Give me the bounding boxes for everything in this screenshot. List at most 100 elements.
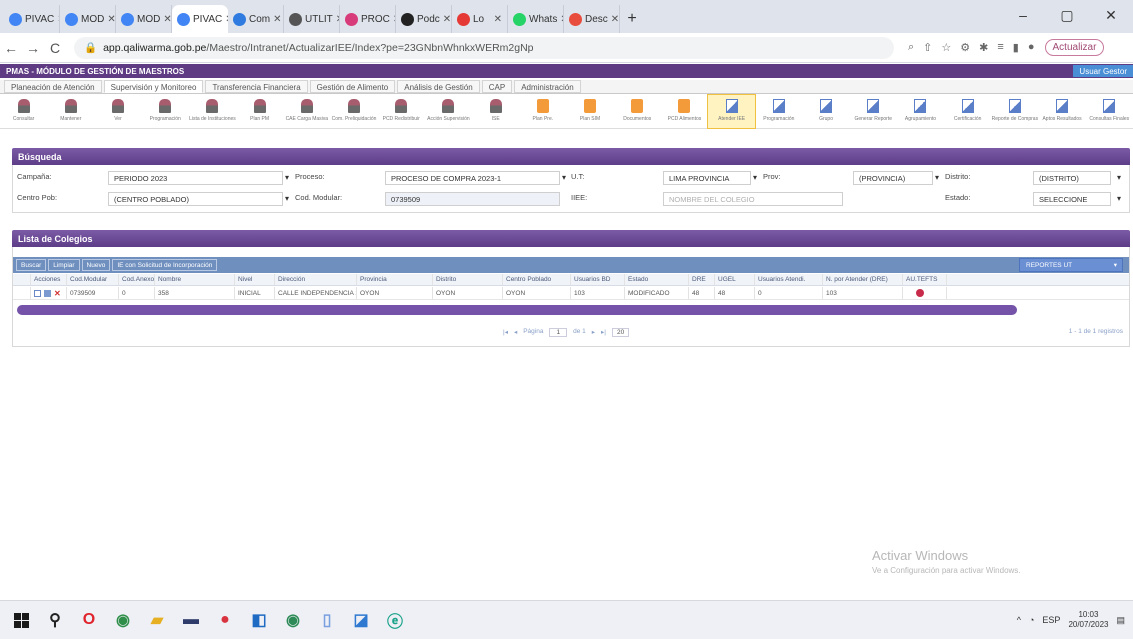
edit-icon[interactable] — [34, 289, 41, 297]
paint-icon[interactable]: ● — [214, 609, 236, 631]
browser-tab[interactable]: PIVAC✕ — [172, 5, 228, 33]
column-header[interactable]: Usuarios BD — [571, 274, 625, 285]
district-select[interactable]: (DISTRITO) — [1033, 171, 1111, 185]
module-button[interactable]: Com. Preliquidación — [330, 95, 377, 128]
column-header[interactable]: Nombre — [155, 274, 235, 285]
tab-close-icon[interactable]: ✕ — [611, 14, 619, 25]
module-button[interactable]: Consultar — [0, 95, 47, 128]
reading-list-icon[interactable]: ≡ — [997, 41, 1003, 54]
ut-select[interactable]: LIMA PROVINCIA — [663, 171, 751, 185]
incorporation-request-button[interactable]: IE con Solicitud de Incorporación — [112, 259, 218, 271]
module-button[interactable]: Ver — [94, 95, 141, 128]
column-header[interactable]: Nivel — [235, 274, 275, 285]
modular-code-input[interactable]: 0739509 — [385, 192, 560, 206]
new-tab-button[interactable]: + — [620, 5, 644, 33]
module-button[interactable]: Reporte de Compras — [991, 95, 1038, 128]
pdf-icon[interactable] — [916, 289, 924, 297]
puzzle-icon[interactable]: ✱ — [979, 41, 988, 54]
browser-tab[interactable]: PIVAC✕ — [4, 5, 60, 33]
column-header[interactable]: Usuarios Atendi. — [755, 274, 823, 285]
campaign-select[interactable]: PERIODO 2023 — [108, 171, 283, 185]
windows-start-icon[interactable] — [10, 609, 32, 631]
tab-close-icon[interactable]: ✕ — [163, 14, 171, 25]
column-header[interactable]: Cod.Anexo — [119, 274, 155, 285]
module-button[interactable]: Agrupamiento — [897, 95, 944, 128]
module-button[interactable]: PCD Alimentos — [661, 95, 708, 128]
browser-tab[interactable]: Podc ✕ — [396, 5, 452, 33]
mail-icon[interactable]: ▬ — [180, 609, 202, 631]
outlook-icon[interactable]: ◧ — [248, 609, 270, 631]
menu-item[interactable]: Planeación de Atención — [4, 80, 102, 93]
chevron-down-icon[interactable]: ▾ — [562, 173, 566, 182]
column-header[interactable]: Cod.Modular — [67, 274, 119, 285]
column-header[interactable]: DRE — [689, 274, 715, 285]
tab-close-icon[interactable]: ✕ — [107, 14, 115, 25]
menu-item[interactable]: Administración — [514, 80, 581, 93]
clear-button[interactable]: Limpiar — [48, 259, 80, 271]
module-button[interactable]: Grupo — [802, 95, 849, 128]
next-page-icon[interactable]: ▸ — [592, 328, 595, 337]
delete-icon[interactable]: ✕ — [54, 289, 61, 298]
language-indicator[interactable]: ESP — [1042, 615, 1060, 625]
last-page-icon[interactable]: ▸| — [601, 328, 606, 337]
close-window-icon[interactable]: ✕ — [1089, 0, 1133, 30]
first-page-icon[interactable]: |◂ — [503, 328, 508, 337]
column-header[interactable]: Provincia — [357, 274, 433, 285]
province-select[interactable]: (PROVINCIA) — [853, 171, 933, 185]
column-header[interactable]: Dirección — [275, 274, 357, 285]
module-button[interactable]: ISE — [472, 95, 519, 128]
column-header[interactable] — [13, 274, 31, 285]
module-button[interactable]: Consultas Finales — [1086, 95, 1133, 128]
maximize-icon[interactable]: ▢ — [1045, 0, 1089, 30]
chevron-down-icon[interactable]: ▾ — [753, 173, 757, 182]
column-header[interactable]: Centro Poblado — [503, 274, 571, 285]
browser-tab[interactable]: MOD ✕ — [60, 5, 116, 33]
module-button[interactable]: Lista de Instituciones — [189, 95, 236, 128]
school-name-input[interactable]: NOMBRE DEL COLEGIO — [663, 192, 843, 206]
browser-tab[interactable]: Com ✕ — [228, 5, 284, 33]
tab-close-icon[interactable]: ✕ — [494, 14, 502, 25]
zoom-icon[interactable]: ⌕ — [908, 41, 914, 54]
opera-icon[interactable]: O — [78, 609, 100, 631]
browser-tab[interactable]: Lo ✕ — [452, 5, 508, 33]
module-button[interactable]: PCD Redistribuir — [378, 95, 425, 128]
tab-close-icon[interactable]: ✕ — [443, 14, 451, 25]
page-input[interactable]: 1 — [549, 328, 568, 337]
tab-close-icon[interactable]: ✕ — [273, 14, 281, 25]
menu-item[interactable]: Gestión de Alimento — [309, 80, 396, 93]
column-header[interactable]: Acciones — [31, 274, 67, 285]
profile-icon[interactable]: ● — [1028, 41, 1035, 54]
module-button[interactable]: Plan PM — [236, 95, 283, 128]
chrome-icon[interactable]: ◉ — [112, 609, 134, 631]
status-select[interactable]: SELECCIONE — [1033, 192, 1111, 206]
module-button[interactable]: Acción Supervisión — [425, 95, 472, 128]
extension-icon[interactable]: ⚙ — [960, 41, 970, 54]
new-button[interactable]: Nuevo — [81, 259, 111, 271]
chevron-down-icon[interactable]: ▾ — [935, 173, 939, 182]
back-icon[interactable]: ← — [0, 40, 22, 56]
browser-tab[interactable]: Desc ✕ — [564, 5, 620, 33]
share-icon[interactable]: ⇧ — [923, 41, 932, 54]
horizontal-scrollbar[interactable] — [17, 305, 1017, 315]
module-button[interactable]: Mantener — [47, 95, 94, 128]
minimize-icon[interactable]: – — [1001, 0, 1045, 30]
url-field[interactable]: 🔒 app.qaliwarma.gob.pe/Maestro/Intranet/… — [74, 36, 894, 59]
chevron-down-icon[interactable]: ▾ — [285, 173, 289, 182]
module-button[interactable]: Generar Reporte — [850, 95, 897, 128]
module-button[interactable]: Plan SIM — [566, 95, 613, 128]
teams-icon[interactable]: ◪ — [350, 609, 372, 631]
browser-tab[interactable]: PROC✕ — [340, 5, 396, 33]
module-button[interactable]: Documentos — [614, 95, 661, 128]
chevron-down-icon[interactable]: ▾ — [285, 194, 289, 203]
reports-dropdown[interactable]: REPORTES UT ▾ — [1019, 258, 1123, 272]
column-header[interactable]: AU.TEFTS — [903, 274, 947, 285]
browser-tab[interactable]: UTLIT✕ — [284, 5, 340, 33]
prev-page-icon[interactable]: ◂ — [514, 328, 517, 337]
module-button[interactable]: Atender IEE — [707, 94, 757, 129]
menu-item[interactable]: Análisis de Gestión — [397, 80, 480, 93]
menu-item[interactable]: Transferencia Financiera — [205, 80, 308, 93]
search-button[interactable]: Buscar — [16, 259, 47, 271]
module-button[interactable]: Aptos Resultados — [1038, 95, 1085, 128]
save-icon[interactable] — [44, 289, 51, 297]
browser-tab[interactable]: Whats✕ — [508, 5, 564, 33]
